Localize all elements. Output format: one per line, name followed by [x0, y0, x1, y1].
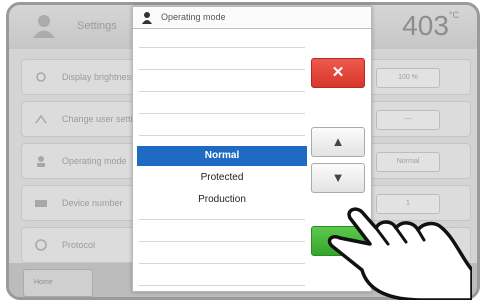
row-value: 100 %	[376, 68, 440, 88]
divider	[139, 241, 305, 242]
home-tab: Home	[23, 269, 93, 297]
device-icon	[35, 200, 47, 207]
row-label: Operating mode	[62, 156, 127, 166]
row-label: Protocol	[62, 240, 96, 250]
option-normal[interactable]: Normal	[137, 146, 307, 166]
user-settings-icon	[35, 114, 47, 124]
arrow-up-icon: ▲	[331, 134, 345, 149]
row-value: Normal	[376, 152, 440, 172]
dialog-title: Operating mode	[161, 12, 226, 22]
divider	[139, 91, 305, 92]
protocol-icon	[35, 239, 47, 251]
divider	[139, 219, 305, 220]
arrow-down-icon: ▼	[331, 170, 345, 185]
row-label: Display brightness	[62, 72, 136, 82]
option-protected[interactable]: Protected	[137, 168, 307, 188]
dialog-header: Operating mode	[133, 7, 371, 29]
divider	[139, 135, 305, 136]
user-icon	[33, 15, 55, 38]
pointing-hand-icon	[327, 207, 472, 300]
row-label: Device number	[62, 198, 123, 208]
divider	[139, 69, 305, 70]
divider	[139, 113, 305, 114]
temperature-readout: 403°C	[402, 10, 459, 41]
divider	[139, 263, 305, 264]
divider	[139, 285, 305, 286]
background-title: Settings	[77, 20, 117, 32]
scroll-down-button[interactable]: ▼	[311, 163, 365, 193]
option-production[interactable]: Production	[137, 190, 307, 210]
brightness-icon	[36, 72, 46, 82]
user-icon	[142, 12, 152, 24]
close-icon: ✕	[331, 64, 345, 81]
operating-mode-icon	[37, 156, 45, 167]
scroll-up-button[interactable]: ▲	[311, 127, 365, 157]
divider	[139, 47, 305, 48]
row-value: ----	[376, 110, 440, 130]
cancel-button[interactable]: ✕	[311, 58, 365, 88]
